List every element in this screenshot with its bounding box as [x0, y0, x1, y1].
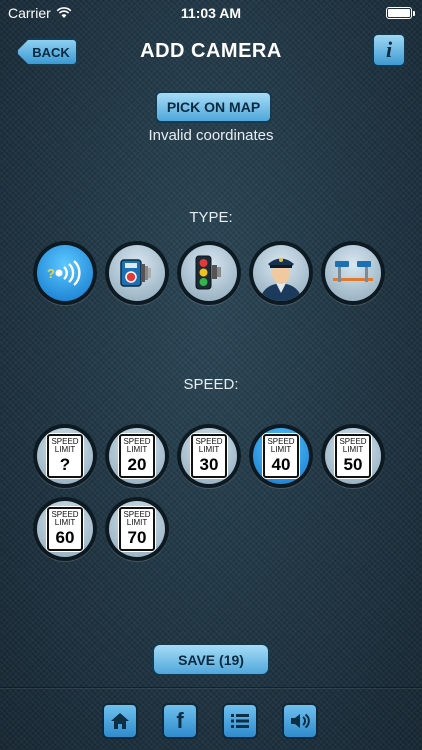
- type-label: TYPE:: [189, 209, 233, 226]
- toolbar-sound-button[interactable]: [282, 703, 318, 739]
- toolbar-home-button[interactable]: [102, 703, 138, 739]
- pick-on-map-button[interactable]: PICK ON MAP: [155, 91, 272, 123]
- speed-option-unknown[interactable]: SPEED LIMIT?: [33, 424, 97, 488]
- speaker-icon: [291, 713, 310, 729]
- toolbar-divider: [0, 687, 422, 688]
- list-icon: [231, 714, 249, 728]
- info-button[interactable]: i: [372, 33, 406, 67]
- save-button[interactable]: SAVE (19): [152, 643, 270, 676]
- speed-option-30[interactable]: SPEED LIMIT 30: [177, 424, 241, 488]
- toolbar-facebook-button[interactable]: f: [162, 703, 198, 739]
- speed-limit-sign: SPEED LIMIT 30: [191, 434, 227, 478]
- speed-limit-sign: SPEED LIMIT 70: [119, 507, 155, 551]
- speed-option-20[interactable]: SPEED LIMIT 20: [105, 424, 169, 488]
- page-title: ADD CAMERA: [140, 40, 282, 62]
- speed-limit-sign: SPEED LIMIT 60: [47, 507, 83, 551]
- type-red-light-camera[interactable]: [177, 241, 241, 305]
- speed-camera-icon: [120, 259, 151, 287]
- home-icon: [111, 713, 129, 729]
- speed-option-60[interactable]: SPEED LIMIT 60: [33, 497, 97, 561]
- speed-limit-sign: SPEED LIMIT?: [47, 434, 83, 478]
- speed-limit-sign: SPEED LIMIT 20: [119, 434, 155, 478]
- speed-option-70[interactable]: SPEED LIMIT 70: [105, 497, 169, 561]
- status-bar: Carrier 11:03 AM: [0, 0, 422, 26]
- speed-limit-sign: SPEED LIMIT 50: [335, 434, 371, 478]
- average-speed-cameras-icon: [333, 261, 373, 282]
- police-officer-icon: [260, 258, 302, 301]
- speed-label: SPEED:: [183, 376, 239, 393]
- speed-option-40[interactable]: SPEED LIMIT 40: [249, 424, 313, 488]
- facebook-icon: f: [176, 708, 184, 733]
- type-speed-camera[interactable]: [105, 241, 169, 305]
- battery-icon: [386, 7, 415, 19]
- speed-option-50[interactable]: SPEED LIMIT 50: [321, 424, 385, 488]
- question-signal-icon: ?: [47, 260, 81, 286]
- traffic-light-camera-icon: [195, 255, 221, 290]
- toolbar-list-button[interactable]: [222, 703, 258, 739]
- svg-text:?: ?: [47, 266, 55, 281]
- clock: 11:03 AM: [180, 5, 242, 21]
- coordinates-status: Invalid coordinates: [148, 127, 274, 144]
- speed-limit-sign: SPEED LIMIT 40: [263, 434, 299, 478]
- type-police[interactable]: [249, 241, 313, 305]
- type-unknown-camera[interactable]: ?: [33, 241, 97, 305]
- type-average-speed-camera[interactable]: [321, 241, 385, 305]
